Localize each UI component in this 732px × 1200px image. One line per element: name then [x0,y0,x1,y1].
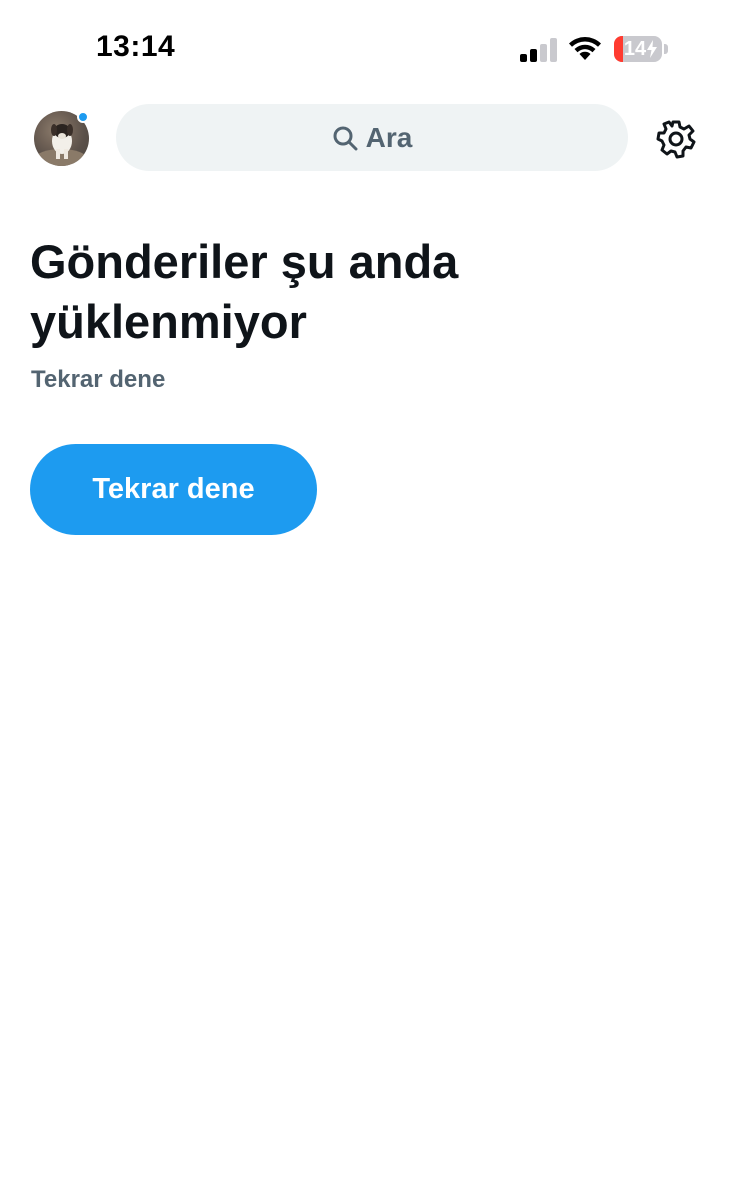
status-time: 13:14 [96,30,176,63]
status-bar: 13:14 14 [0,0,732,100]
search-icon [333,126,358,150]
retry-button[interactable]: Tekrar dene [30,444,317,535]
charging-bolt-icon [647,40,657,58]
wifi-icon [569,37,601,60]
page-subtitle: Tekrar dene [31,366,166,393]
page-title: Gönderiler şu anda yüklenmiyor [30,235,459,348]
battery-charging-icon: 14 [614,36,668,62]
notification-dot [77,111,89,123]
search-bar[interactable]: Ara [116,104,628,171]
gear-icon[interactable] [656,119,696,159]
cellular-signal-icon [520,38,557,62]
search-placeholder: Ara [365,121,413,153]
screen: 13:14 14 Ara Gönderiler şu anda yüklenmi… [0,0,732,1200]
